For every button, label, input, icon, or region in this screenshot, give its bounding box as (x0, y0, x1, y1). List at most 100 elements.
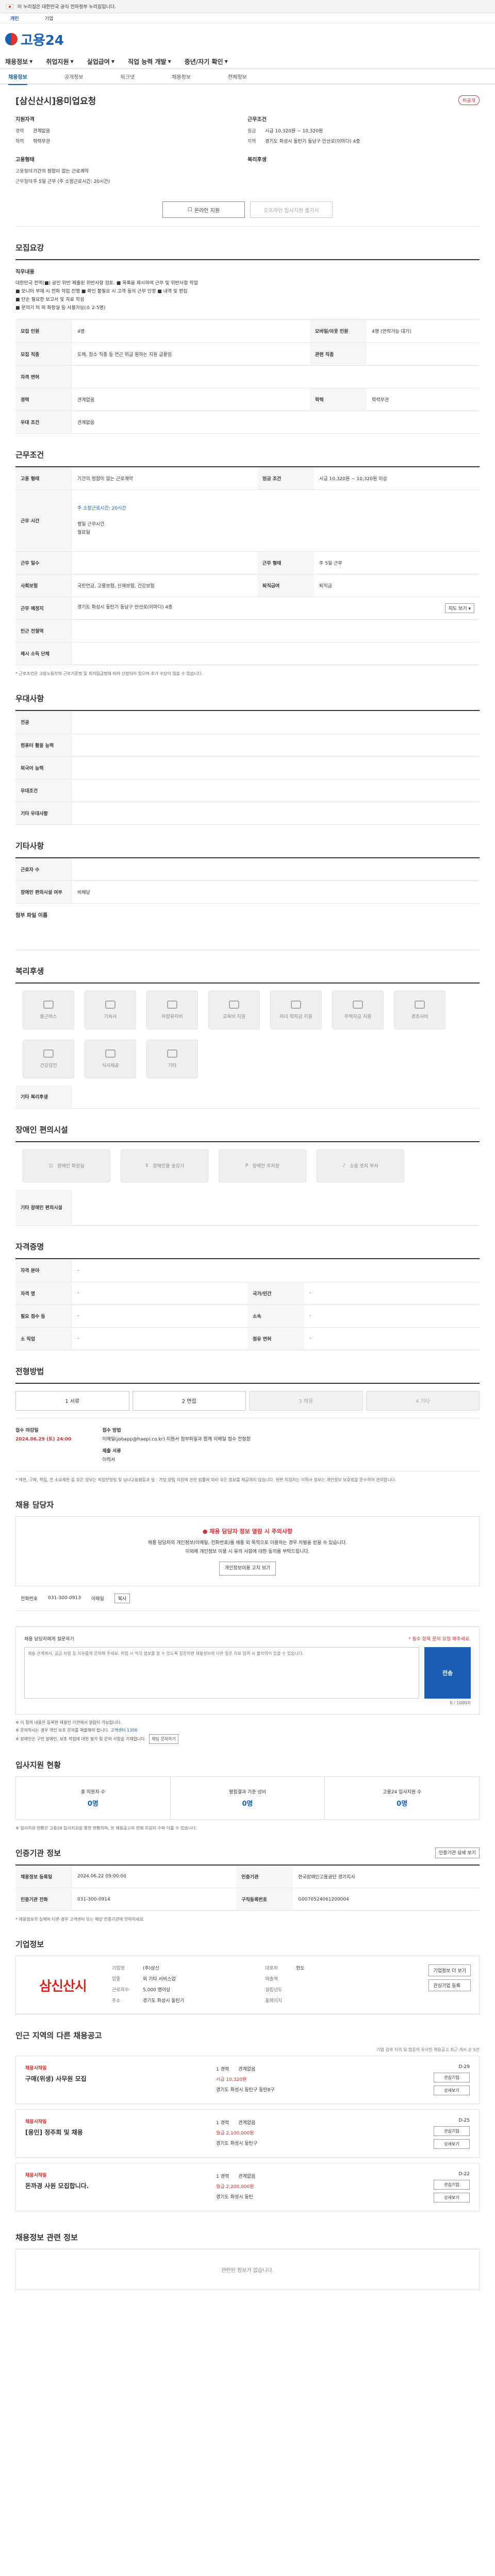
etc-section: 기타사항 근로자 수 장애인 편의시설 여부 비해당 첨부 파일 이름 (15, 825, 480, 950)
label: 전화번호 (21, 1596, 38, 1602)
inst-note: * 채용정보가 실제와 다른 경우 고객센터 또는 해당 인증기관에 연락하세요… (15, 1917, 145, 1922)
related-section: 인근 지역의 다른 채용공고 기업 검색 지역 및 업종이 유사한 채용공고 최… (15, 2014, 480, 2211)
pref-section: 우대사항 전공 컴퓨터 활용 능력 외국어 능력 우대조건 기타 우대사항 (15, 677, 480, 825)
contact-section: 채용 담당자 ● 채용 담당자 정보 열람 시 주의사항 채용 담당자의 개인정… (15, 1484, 480, 1611)
company-section: 기업정보 삼신산시 기업명 (주)삼신 대표자 한도 업종 외 기타 서비스업 매출액… (15, 1923, 480, 2014)
job-header: [삼신산시]용미업요청 비공개 지원자격 경력 관계없음 학력 학력무관 고용형태 고… (15, 84, 480, 227)
section-title: 자격증명 (15, 1242, 44, 1251)
stat-item: 총 지원자 수 0명 (16, 1776, 171, 1819)
label: 접수 방법 (102, 1428, 121, 1433)
map-button[interactable]: 지도 보기 ▾ (444, 603, 474, 613)
chevron-down-icon: ▼ (168, 59, 171, 64)
label: 학력 (15, 139, 24, 144)
gnb-item[interactable]: 취업지원 ▼ (46, 57, 73, 66)
qa-section: 채용 담당자에게 질문하기 * 필수 항목 문의 요청 해주세요. 전송 0 / … (15, 1611, 480, 1744)
gnb-item[interactable]: 실업급여 ▼ (87, 57, 114, 66)
chat-button[interactable]: 채팅 문의하기 (149, 1734, 178, 1744)
section-title: 복리후생 (15, 967, 44, 976)
company-more-button[interactable]: 기업정보 더 보기 (428, 1964, 471, 1976)
facility-item: P 장애인 주차장 (219, 1149, 306, 1182)
health-icon (43, 1049, 54, 1058)
help-link[interactable]: 고객센터 1350 (110, 1728, 137, 1733)
label: 제출 서류 (102, 1448, 121, 1454)
detail-button[interactable]: 상세보기 (434, 2086, 470, 2095)
global-nav: 채용정보 ▼ 취업지원 ▼ 실업급여 ▼ 직업 능력 개발 ▼ 중년/자기 확인 ▼ (0, 55, 495, 69)
gnb-item[interactable]: 직업 능력 개발 ▼ (128, 57, 171, 66)
step: 1 서류 (15, 1391, 129, 1411)
related-card[interactable]: 채용시작일 구매(위생) 사무원 모집 1 경력 관계없음 시급 10,320원 경기도… (15, 2056, 480, 2104)
bus-icon (43, 1001, 54, 1009)
facility-item: ◫ 장애인 화장실 (23, 1149, 110, 1182)
label: 고용형태 (15, 169, 33, 174)
related-card[interactable]: 채용시작일 [용인] 정주희 및 채용 1 경력 관계없음 월급 2,100,000원… (15, 2109, 480, 2158)
qual-section: 자격증명 자격 분야 - 자격 명 - 국가/민간 - 필요 점수 등 - 소속 - 소 직업… (15, 1226, 480, 1350)
disabled-section: 장애인 편의시설 ◫ 장애인 화장실 ⇕ 장애인용 승강기 P 장애인 주차장 ♪ 소음… (15, 1109, 480, 1226)
recruit-table: 모집 인원 4명 모바일/아웃 인원 4명 (연락가능 대기) 모집 직종 도매, 청소… (15, 320, 480, 434)
copy-button[interactable]: 복사 (114, 1593, 130, 1603)
section-title: 기업정보 (15, 1940, 44, 1949)
value: 관계없음 (33, 129, 51, 134)
gnb-item[interactable]: 중년/자기 확인 ▼ (185, 57, 228, 66)
privacy-notice: ● 채용 담당자 정보 열람 시 주의사항 채용 담당자의 개인정보(이메일, … (15, 1516, 480, 1586)
value: 경기도 화성시 동탄기 동남구 안산로(이마다) 4층 (265, 139, 360, 144)
job-description: 대한민국 전역(■) 공인 위반 제출된 위반사항 검토. ■ 목록을 제시하여… (15, 281, 198, 311)
inst-section: 인증기관 정보 인증기관 상세 보기 채용정보 등록일 2024.06.22 09:… (15, 1832, 480, 1924)
question-input[interactable] (24, 1647, 419, 1699)
detail-button[interactable]: 상세보기 (434, 2193, 470, 2202)
local-nav: 채용정보 공개정보 워크넷 채용정보 전체정보 (0, 69, 495, 85)
detail-button[interactable]: 상세보기 (434, 2139, 470, 2149)
related-card[interactable]: 채용시작일 돈까경 사원 모집합니다. 1 경력 관계없음 월급 2,200,000원… (15, 2163, 480, 2211)
elevator-icon: ⇕ (144, 1163, 149, 1168)
attach-title: 첨부 파일 이름 (15, 913, 48, 919)
privacy-more-button[interactable]: 개인정보이용 고지 보기 (219, 1561, 276, 1575)
value: 주 5일 근무 (주 소정근로시간: 20시간) (33, 179, 110, 184)
value: 기간의 정함이 없는 근로계약 (33, 169, 89, 174)
send-button[interactable]: 전송 (424, 1647, 471, 1699)
value: 시급 10,320원 ~ 10,320원 (265, 129, 323, 134)
label: 근무형태 (15, 179, 33, 184)
process-note: * 제한, 구제, 책임, 전 소요제한 등 모든 정보는 직업안정법 및 남녀… (15, 1477, 397, 1482)
empty-message: 관련된 정보가 없습니다. (15, 2249, 480, 2290)
section-title: 근무조건 (15, 450, 44, 460)
welfare-item: 자녀 학자금 지원 (270, 991, 322, 1029)
lnb-item[interactable]: 채용정보 (8, 73, 27, 85)
facility-item: ⇕ 장애인용 승강기 (121, 1149, 208, 1182)
lnb-item[interactable]: 공개정보 (64, 73, 84, 80)
welfare-item: 기타 (146, 1040, 198, 1078)
welfare-item: 기숙사 (85, 991, 136, 1029)
favorite-company-button[interactable]: 관심기업 등록 (428, 1979, 471, 1991)
stat-item: 고용24 입사지원 수 0명 (383, 1789, 422, 1808)
site-logo[interactable]: 고용24 (0, 24, 495, 55)
favorite-button[interactable]: 관심기업 (434, 2126, 470, 2136)
apply-button[interactable]: ☐ 온라인 지원 (162, 201, 245, 218)
tab-company[interactable]: 기업 (45, 15, 54, 22)
step: 4 기타 (366, 1391, 480, 1411)
gnb-item[interactable]: 채용정보 ▼ (5, 57, 32, 66)
label: 경력 (15, 129, 24, 134)
favorite-button[interactable]: 관심기업 (434, 2073, 470, 2082)
dormitory-icon (105, 1001, 116, 1009)
chevron-down-icon: ▼ (224, 59, 228, 64)
chevron-down-icon: ▼ (29, 59, 33, 64)
status-badge: 비공개 (458, 95, 480, 105)
lnb-item[interactable]: 전체정보 (228, 73, 247, 80)
label: 접수 마감일 (15, 1428, 39, 1433)
lnb-item[interactable]: 워크넷 (121, 73, 135, 80)
section-title: 우대사항 (15, 694, 44, 703)
inst-more-button[interactable]: 인증기관 상세 보기 (435, 1847, 480, 1858)
check-icon: ☐ (187, 207, 192, 213)
education-icon (229, 1001, 239, 1009)
tab-personal[interactable]: 개인 (10, 15, 19, 22)
phone-value: 031-300-0913 (48, 1596, 81, 1601)
step: 2 면접 (132, 1391, 246, 1411)
qa-note: ※ 문의하시는 경우 개인 보조 문의를 제출해야 합니다. (15, 1727, 109, 1733)
section-title: 모집요강 (15, 243, 44, 252)
section-title: 채용정보 관련 정보 (15, 2233, 78, 2242)
etc-icon (167, 1049, 177, 1058)
lnb-item[interactable]: 채용정보 (172, 73, 191, 80)
stat-section: 입사지원 현황 총 지원자 수 0명 평점결과 기준 성비 0명 고용24 입사지원… (15, 1744, 480, 1832)
label: 임금 (248, 129, 256, 134)
welfare-item: 건강검진 (23, 1040, 74, 1078)
offline-apply-button[interactable]: 오프라인 입사지원 불가사 (250, 201, 333, 218)
favorite-button[interactable]: 관심기업 (434, 2180, 470, 2190)
